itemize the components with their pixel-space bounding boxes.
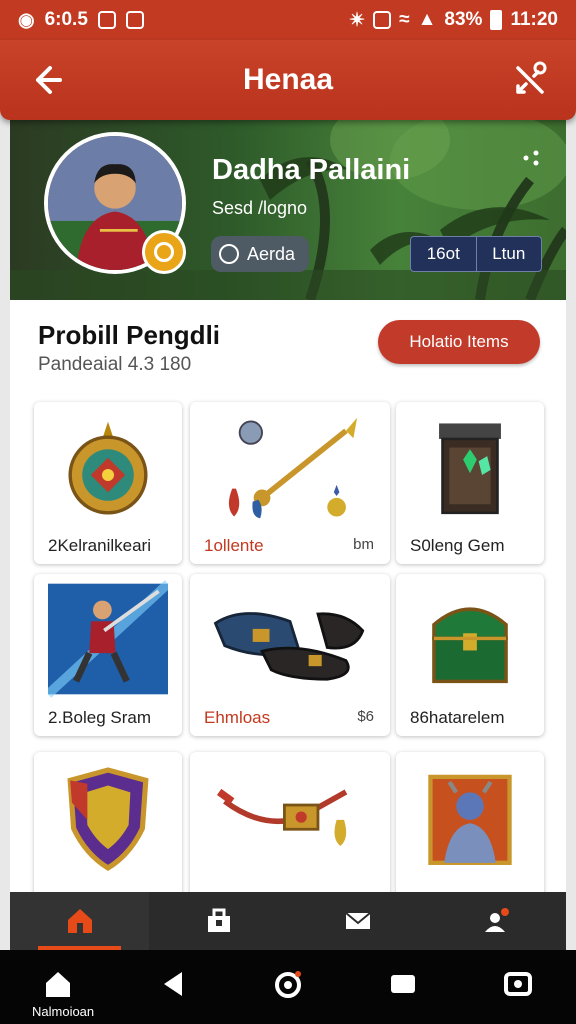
system-navigation-bar: Nalmoioan: [0, 950, 576, 1024]
items-button[interactable]: Holatio Items: [378, 320, 540, 364]
screenshot-icon[interactable]: [503, 969, 533, 999]
stats-box: 16ot Ltun: [410, 236, 542, 272]
item-card[interactable]: [190, 752, 390, 914]
store-icon: [207, 908, 230, 932]
bluetooth-icon: ✴: [349, 9, 366, 31]
tab-mail[interactable]: [288, 892, 427, 950]
gem-chest-icon: [439, 423, 501, 515]
amulet-icon: [216, 788, 348, 847]
warrior-portrait-icon: [48, 580, 168, 698]
boots-icon: [213, 612, 365, 681]
signal-icon: ▲: [417, 9, 437, 30]
section-subtitle: Pandeaial 4.3 180: [38, 354, 192, 375]
app-bar: Henaa: [0, 40, 576, 120]
app-notification-icon: [97, 11, 116, 29]
role-pill[interactable]: Aerda: [211, 236, 310, 272]
profile-banner: Dadha Pallaini Sesd /logno Aerda 16ot Lt…: [10, 120, 566, 300]
recents-icon[interactable]: [388, 969, 418, 999]
battery-icon: [490, 10, 503, 30]
system-home-label: Nalmoioan: [32, 1004, 95, 1019]
item-card[interactable]: 2.Boleg Sram: [34, 574, 182, 736]
camera-app-icon[interactable]: [273, 969, 303, 999]
profile-section: Probill Pengdli Pandeaial 4.3 180 Holati…: [10, 300, 566, 914]
tab-profile[interactable]: [427, 892, 566, 950]
player-name: Dadha Pallaini: [212, 154, 411, 186]
battery-percent: 83%: [444, 9, 483, 30]
share-icon[interactable]: [512, 60, 550, 98]
more-options-icon[interactable]: [522, 148, 542, 168]
item-card[interactable]: [34, 752, 182, 914]
message-notification-icon: [125, 11, 144, 29]
page-title: Henaa: [242, 63, 334, 96]
wifi-icon: ≈: [399, 9, 410, 30]
item-label: Ehmloas: [204, 708, 271, 727]
medallion-icon: [68, 421, 148, 515]
item-label: 2Kelranilkeari: [48, 536, 151, 555]
level-badge-icon: [142, 230, 186, 274]
staff-icon: [228, 417, 358, 519]
section-title: Probill Pengdli: [38, 320, 221, 350]
item-label: 1ollente: [204, 536, 264, 555]
status-clock: 11:20: [510, 9, 558, 30]
role-icon: [219, 244, 239, 264]
system-home-icon[interactable]: [43, 969, 73, 999]
item-label: 2.Boleg Sram: [48, 708, 151, 727]
item-card[interactable]: 86hatarelem: [396, 574, 544, 736]
home-icon: [67, 909, 92, 933]
back-arrow-icon[interactable]: [30, 62, 66, 98]
item-card[interactable]: Ehmloas $6: [190, 574, 390, 736]
item-label: S0leng Gem: [410, 536, 505, 555]
mail-icon: [344, 912, 371, 929]
item-value: bm: [353, 536, 374, 553]
tab-home[interactable]: [10, 892, 149, 950]
profile-icon: [484, 908, 509, 932]
item-card[interactable]: 1ollente bm: [190, 402, 390, 564]
item-card[interactable]: 2Kelranilkeari: [34, 402, 182, 564]
shield-icon: [67, 767, 149, 872]
stat-left: 16ot: [426, 244, 460, 263]
item-card[interactable]: S0leng Gem: [396, 402, 544, 564]
system-back-icon[interactable]: [158, 969, 188, 999]
status-time: 6:0.5: [44, 9, 88, 30]
status-bar: ◉ 6:0.5 ✴ ≈ ▲ 83% 11:20: [0, 0, 576, 40]
treasure-chest-icon: [432, 607, 508, 684]
bottom-nav: [10, 892, 566, 950]
item-value: $6: [357, 708, 374, 725]
role-label: Aerda: [247, 243, 296, 264]
player-subtitle: Sesd /logno: [212, 198, 308, 218]
tab-store[interactable]: [149, 892, 288, 950]
item-card[interactable]: [396, 752, 544, 914]
vibrate-icon: [373, 11, 392, 29]
stat-right: Ltun: [475, 237, 542, 271]
item-label: 86hatarelem: [410, 708, 505, 727]
hero-card-icon: [428, 774, 512, 865]
notification-icon: ◉: [18, 9, 35, 31]
